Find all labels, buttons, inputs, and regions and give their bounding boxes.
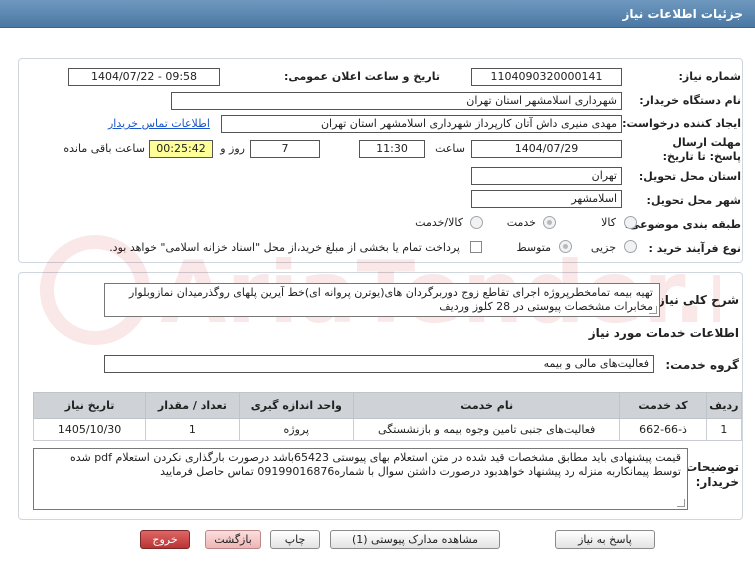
category-radio-service[interactable] — [543, 216, 556, 229]
col-qty-header: تعداد / مقدار — [145, 392, 240, 419]
page-title: جزئیات اطلاعات نیاز — [622, 7, 743, 21]
exit-button[interactable]: خروج — [140, 530, 190, 549]
process-option-medium: متوسط — [516, 241, 551, 254]
summary-label: شرح کلی نیاز: — [653, 293, 739, 307]
category-radio-goods-service[interactable] — [470, 216, 483, 229]
cell-code: ذ-66-662 — [619, 418, 707, 441]
deadline-time-field: 11:30 — [359, 140, 425, 158]
buyer-label: نام دستگاه خریدار: — [639, 94, 741, 107]
services-table: ردیف کد خدمت نام خدمت واحد اندازه گیری ت… — [32, 392, 743, 441]
deadline-date-field: 1404/07/29 — [471, 140, 622, 158]
city-label: شهر محل تحویل: — [646, 194, 741, 207]
treasury-payment-checkbox[interactable] — [470, 241, 482, 253]
deadline-label: مهلت ارسال پاسخ: تا تاریخ: — [662, 136, 741, 163]
announce-label: تاریخ و ساعت اعلان عمومی: — [283, 70, 440, 83]
need-info-panel — [18, 58, 743, 263]
cell-name: فعالیت‌های جنبی تامین وجوه بیمه و بازنشس… — [353, 418, 621, 441]
resize-handle[interactable] — [649, 306, 657, 314]
treasury-payment-note: پرداخت تمام یا بخشی از مبلغ خرید،از محل … — [109, 241, 460, 254]
category-radio-goods[interactable] — [624, 216, 637, 229]
page-header: جزئیات اطلاعات نیاز — [0, 0, 755, 28]
days-label: روز و — [220, 142, 245, 155]
reply-button[interactable]: پاسخ به نیاز — [555, 530, 655, 549]
col-unit-header: واحد اندازه گیری — [238, 392, 355, 419]
creator-field: مهدی منیری داش آتان کارپرداز شهرداری اسل… — [221, 115, 622, 133]
buyer-field: شهرداری اسلامشهر استان تهران — [171, 92, 622, 110]
announce-field: 1404/07/22 - 09:58 — [68, 68, 220, 86]
services-heading: اطلاعات خدمات مورد نیاز — [588, 326, 739, 340]
col-code-header: کد خدمت — [619, 392, 707, 419]
province-field: تهران — [471, 167, 622, 185]
time-remaining-field: 00:25:42 — [149, 140, 213, 158]
process-type-label: نوع فرآیند خرید : — [648, 242, 741, 255]
category-option-service: خدمت — [506, 216, 536, 229]
buyer-notes-text: قیمت پیشنهادی باید مطابق مشخصات قید شده … — [69, 451, 681, 478]
service-group-label: گروه خدمت: — [665, 358, 739, 372]
process-radio-medium[interactable] — [559, 240, 572, 253]
col-date-header: تاریخ نیاز — [32, 392, 147, 419]
cell-unit: پروژه — [238, 418, 355, 441]
days-remaining-field: 7 — [250, 140, 320, 158]
category-label: طبقه بندی موضوعی: — [624, 218, 741, 231]
category-option-goods-service: کالا/خدمت — [415, 216, 463, 229]
col-row-header: ردیف — [705, 392, 743, 419]
need-number-field: 1104090320000141 — [471, 68, 622, 86]
buyer-notes-textarea: قیمت پیشنهادی باید مطابق مشخصات قید شده … — [33, 448, 688, 510]
need-number-label: شماره نیاز: — [678, 70, 741, 83]
table-header-row: ردیف کد خدمت نام خدمت واحد اندازه گیری ت… — [32, 392, 743, 419]
province-label: استان محل تحویل: — [638, 170, 741, 183]
deadline-time-label: ساعت — [435, 142, 465, 155]
cell-date: 1405/10/30 — [32, 418, 147, 441]
buyer-contact-link[interactable]: اطلاعات تماس خریدار — [108, 117, 210, 130]
back-button[interactable]: بازگشت — [205, 530, 261, 549]
summary-textarea: تهیه بیمه تمامخطرپروژه اجرای تقاطع زوج د… — [104, 283, 660, 317]
table-row: 1 ذ-66-662 فعالیت‌های جنبی تامین وجوه بی… — [32, 418, 743, 441]
cell-row: 1 — [705, 418, 743, 441]
print-button[interactable]: چاپ — [270, 530, 320, 549]
resize-handle[interactable] — [677, 499, 685, 507]
process-radio-minor[interactable] — [624, 240, 637, 253]
city-field: اسلامشهر — [471, 190, 622, 208]
cell-qty: 1 — [145, 418, 240, 441]
summary-text: تهیه بیمه تمامخطرپروژه اجرای تقاطع زوج د… — [129, 286, 653, 313]
service-group-field: فعالیت‌های مالی و بیمه — [104, 355, 654, 373]
col-name-header: نام خدمت — [353, 392, 621, 419]
category-option-goods: کالا — [601, 216, 616, 229]
view-attachments-button[interactable]: مشاهده مدارک پیوستی (1) — [330, 530, 500, 549]
process-option-minor: جزیی — [590, 241, 616, 254]
creator-label: ایجاد کننده درخواست: — [622, 117, 741, 130]
time-remaining-label: ساعت باقی مانده — [63, 142, 145, 155]
